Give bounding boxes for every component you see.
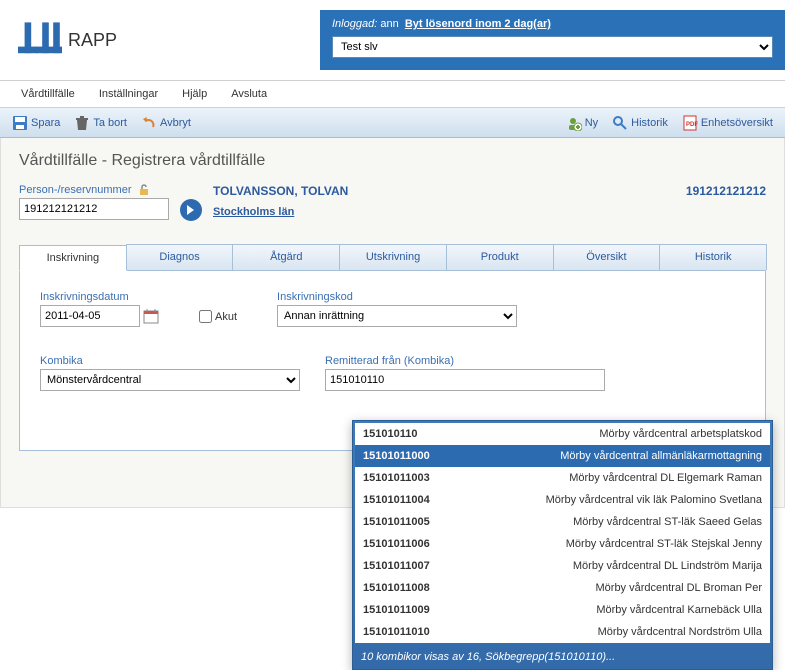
dropdown-item[interactable]: 15101011006Mörby vårdcentral ST-läk Stej…: [355, 533, 770, 555]
inskrivningsdatum-input[interactable]: [40, 305, 140, 327]
dropdown-item[interactable]: 151010110Mörby vårdcentral arbetsplatsko…: [355, 423, 770, 445]
person-number-input[interactable]: [19, 198, 169, 220]
delete-button[interactable]: Ta bort: [70, 113, 131, 133]
dropdown-item[interactable]: 15101011008Mörby vårdcentral DL Broman P…: [355, 577, 770, 599]
search-icon: [612, 115, 628, 131]
pdf-icon: PDF: [682, 115, 698, 131]
dropdown-item[interactable]: 15101011003Mörby vårdcentral DL Elgemark…: [355, 467, 770, 489]
unlock-icon: [138, 184, 150, 196]
akut-label: Akut: [215, 311, 237, 323]
dropdown-item[interactable]: 15101011004Mörby vårdcentral vik läk Pal…: [355, 489, 770, 511]
person-number-label: Person-/reservnummer: [19, 184, 131, 196]
kombika-label: Kombika: [40, 355, 300, 367]
logged-in-user: ann: [380, 18, 398, 30]
tab-inskrivning[interactable]: Inskrivning: [19, 245, 127, 271]
dropdown-item[interactable]: 15101011000Mörby vårdcentral allmänläkar…: [355, 445, 770, 467]
cancel-button[interactable]: Avbryt: [137, 113, 195, 133]
tab-produkt[interactable]: Produkt: [446, 244, 554, 270]
menu-hjälp[interactable]: Hjälp: [171, 83, 218, 105]
inskrivningsdatum-label: Inskrivningsdatum: [40, 291, 159, 303]
login-box: Inloggad: ann Byt lösenord inom 2 dag(ar…: [320, 10, 785, 70]
menu-avsluta[interactable]: Avsluta: [220, 83, 278, 105]
app-name: RAPP: [68, 30, 117, 51]
patient-name: TOLVANSSON, TOLVAN: [213, 184, 676, 198]
page-title: Vårdtillfälle - Registrera vårdtillfälle: [19, 152, 766, 170]
menu-vårdtillfälle[interactable]: Vårdtillfälle: [10, 83, 86, 105]
menu-inställningar[interactable]: Inställningar: [88, 83, 169, 105]
new-button[interactable]: Ny: [562, 113, 602, 133]
dropdown-footer: 10 kombikor visas av 16, Sökbegrepp(1510…: [353, 645, 772, 669]
kombika-autocomplete-dropdown: 151010110Mörby vårdcentral arbetsplatsko…: [352, 420, 773, 670]
patient-number: 191212121212: [686, 184, 766, 198]
menubar: VårdtillfälleInställningarHjälpAvsluta: [0, 80, 785, 108]
tab-bar: InskrivningDiagnosÅtgärdUtskrivningProdu…: [19, 244, 766, 271]
save-button[interactable]: Spara: [8, 113, 64, 133]
environment-select[interactable]: Test slv: [332, 36, 773, 58]
svg-text:PDF: PDF: [686, 122, 698, 128]
logged-in-label: Inloggad:: [332, 18, 377, 30]
new-icon: [566, 115, 582, 131]
calendar-icon[interactable]: [143, 308, 159, 324]
tab-diagnos[interactable]: Diagnos: [126, 244, 234, 270]
patient-region-link[interactable]: Stockholms län: [213, 206, 294, 218]
app-logo-icon: [18, 18, 62, 62]
dropdown-item[interactable]: 15101011005Mörby vårdcentral ST-läk Saee…: [355, 511, 770, 533]
kombika-select[interactable]: Mönstervårdcentral: [40, 369, 300, 391]
remitterad-label: Remitterad från (Kombika): [325, 355, 605, 367]
history-button[interactable]: Historik: [608, 113, 672, 133]
tab-utskrivning[interactable]: Utskrivning: [339, 244, 447, 270]
dropdown-item[interactable]: 15101011010Mörby vårdcentral Nordström U…: [355, 621, 770, 643]
toolbar: Spara Ta bort Avbryt Ny Historik PDF Enh…: [0, 108, 785, 138]
inskrivningskod-label: Inskrivningskod: [277, 291, 517, 303]
tab-översikt[interactable]: Översikt: [553, 244, 661, 270]
inskrivningskod-select[interactable]: Annan inrättning: [277, 305, 517, 327]
change-password-link[interactable]: Byt lösenord inom 2 dag(ar): [405, 18, 551, 30]
tab-åtgärd[interactable]: Åtgärd: [232, 244, 340, 270]
dropdown-item[interactable]: 15101011009Mörby vårdcentral Karnebäck U…: [355, 599, 770, 621]
tab-historik[interactable]: Historik: [659, 244, 767, 270]
overview-button[interactable]: PDF Enhetsöversikt: [678, 113, 777, 133]
trash-icon: [74, 115, 90, 131]
lookup-arrow-button[interactable]: [179, 198, 203, 222]
save-icon: [12, 115, 28, 131]
dropdown-item[interactable]: 15101011007Mörby vårdcentral DL Lindströ…: [355, 555, 770, 577]
akut-checkbox[interactable]: [199, 310, 212, 323]
remitterad-input[interactable]: [325, 369, 605, 391]
undo-icon: [141, 115, 157, 131]
